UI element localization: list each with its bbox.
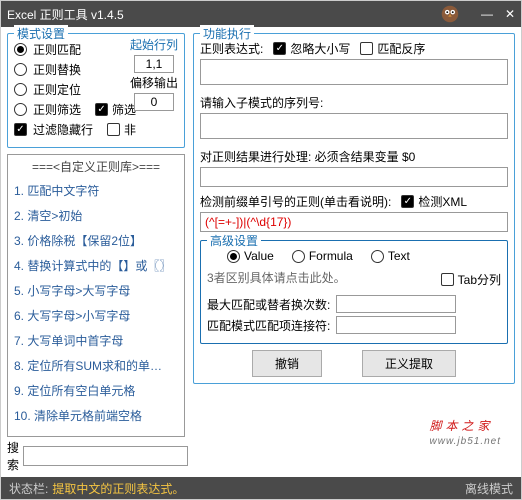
expr-label: 正则表达式: xyxy=(200,40,263,57)
prefix-regex-input[interactable] xyxy=(200,212,508,232)
postprocess-input[interactable] xyxy=(200,167,508,187)
advanced-panel: 高级设置 Value Formula Text 3者区别具体请点击此处。 Tab… xyxy=(200,240,508,344)
mode-radio-replace[interactable] xyxy=(14,63,27,76)
adv-hint[interactable]: 3者区别具体请点击此处。 xyxy=(207,269,431,286)
adv-legend: 高级设置 xyxy=(207,232,261,249)
tab-split-check[interactable] xyxy=(441,273,454,286)
regex-expr-input[interactable] xyxy=(200,59,508,85)
regex-library-list[interactable]: ===<自定义正则库>=== 1. 匹配中文字符 2. 清空>初始 3. 价格除… xyxy=(7,154,185,437)
reverse-label: 匹配反序 xyxy=(377,40,425,57)
offset-input[interactable] xyxy=(134,93,174,111)
statusbar: 状态栏: 提取中文的正则表达式。 离线模式 xyxy=(1,477,521,499)
list-item[interactable]: 2. 清空>初始 xyxy=(8,203,184,228)
list-item[interactable]: 9. 定位所有空白单元格 xyxy=(8,378,184,403)
status-mode: 离线模式 xyxy=(465,480,513,497)
prefix-label[interactable]: 检测前缀单引号的正则(单击看说明): xyxy=(200,193,391,210)
titlebar: Excel 正则工具 v1.4.5 — ✕ xyxy=(1,1,521,27)
mode-settings-panel: 模式设置 起始行列 偏移输出 正则匹配 正则替换 正则定位 正则筛选 筛选 过滤… xyxy=(7,33,185,148)
list-item[interactable]: 1. 匹配中文字符 xyxy=(8,178,184,203)
search-input[interactable] xyxy=(23,446,188,466)
list-item[interactable]: 6. 大写字母>小写字母 xyxy=(8,303,184,328)
subpattern-input[interactable] xyxy=(200,113,508,139)
mode-radio-match[interactable] xyxy=(14,43,27,56)
startcol-input[interactable] xyxy=(134,55,174,73)
minimize-button[interactable]: — xyxy=(481,7,493,21)
run-button[interactable]: 正义提取 xyxy=(362,350,456,377)
reverse-check[interactable] xyxy=(360,42,373,55)
xml-label: 检测XML xyxy=(418,193,467,210)
mode-label-filter: 正则筛选 xyxy=(33,101,81,118)
mode-label-match: 正则匹配 xyxy=(33,41,81,58)
filter-check[interactable] xyxy=(95,103,108,116)
close-button[interactable]: ✕ xyxy=(505,7,515,21)
status-label: 状态栏: xyxy=(9,480,48,497)
tab-split-label: Tab分列 xyxy=(458,271,501,288)
undo-button[interactable]: 撤销 xyxy=(252,350,322,377)
ignorecase-check[interactable] xyxy=(273,42,286,55)
xml-check[interactable] xyxy=(401,195,414,208)
list-item[interactable]: 10. 清除单元格前端空格 xyxy=(8,403,184,428)
max-count-input[interactable] xyxy=(336,295,456,313)
window-title: Excel 正则工具 v1.4.5 xyxy=(7,6,481,23)
list-item[interactable]: 5. 小写字母>大写字母 xyxy=(8,278,184,303)
fei-label: 非 xyxy=(124,121,136,138)
adv-formula-label: Formula xyxy=(309,249,353,263)
max-label: 最大匹配或替者换次数: xyxy=(207,296,330,313)
join-sep-input[interactable] xyxy=(336,316,456,334)
owl-logo-icon xyxy=(439,3,461,25)
search-label: 搜索 xyxy=(7,439,19,473)
status-value: 提取中文的正则表达式。 xyxy=(52,480,461,497)
mode-label-replace: 正则替换 xyxy=(33,61,81,78)
adv-text-label: Text xyxy=(388,249,410,263)
post-label: 对正则结果进行处理: 必须含结果变量 $0 xyxy=(200,148,415,165)
exec-legend: 功能执行 xyxy=(200,25,254,42)
adv-radio-text[interactable] xyxy=(371,250,384,263)
adv-radio-value[interactable] xyxy=(227,250,240,263)
exec-panel: 功能执行 正则表达式: 忽略大小写 匹配反序 请输入子模式的序列号: 对正则结果… xyxy=(193,33,515,384)
mode-radio-locate[interactable] xyxy=(14,83,27,96)
startcol-label: 起始行列 xyxy=(130,36,178,53)
join-label: 匹配模式匹配项连接符: xyxy=(207,317,330,334)
list-item[interactable]: 4. 替换计算式中的【】或〖〗 xyxy=(8,253,184,278)
adv-radio-formula[interactable] xyxy=(292,250,305,263)
mode-label-locate: 正则定位 xyxy=(33,81,81,98)
fei-check[interactable] xyxy=(107,123,120,136)
list-item[interactable]: 3. 价格除税【保留2位】 xyxy=(8,228,184,253)
adv-value-label: Value xyxy=(244,249,274,263)
mode-legend: 模式设置 xyxy=(14,25,68,42)
hide-rows-check[interactable] xyxy=(14,123,27,136)
ignorecase-label: 忽略大小写 xyxy=(290,40,350,57)
list-item[interactable]: 8. 定位所有SUM求和的单… xyxy=(8,353,184,378)
offset-label: 偏移输出 xyxy=(130,74,178,91)
mode-radio-filter[interactable] xyxy=(14,103,27,116)
watermark: 脚本之家 www.jb51.net xyxy=(430,413,501,447)
mode-label-hide: 过滤隐藏行 xyxy=(33,121,93,138)
sub-label: 请输入子模式的序列号: xyxy=(200,94,323,111)
list-item[interactable]: 7. 大写单词中首字母 xyxy=(8,328,184,353)
lib-header: ===<自定义正则库>=== xyxy=(8,155,184,178)
